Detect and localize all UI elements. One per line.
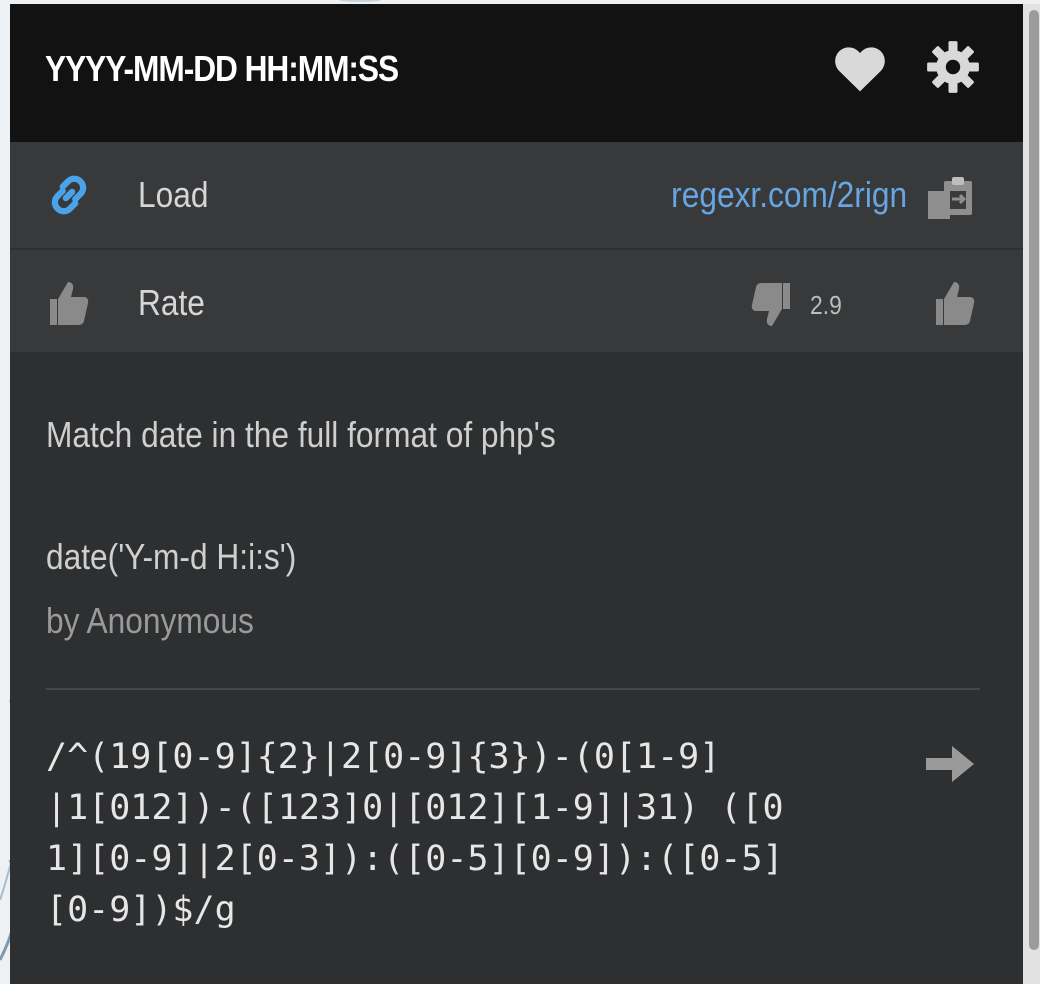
heart-icon[interactable] [832,42,888,99]
link-icon [44,170,94,225]
share-link[interactable]: regexr.com/2rign [671,174,907,216]
description-code-text: date('Y-m-d H:i:s') [46,536,297,577]
regex-line: /^(19[0-9]{2}|2[0-9]{3})-(0[1-9] [46,737,721,777]
thumbs-up-vote-icon[interactable] [936,278,976,333]
divider [46,688,980,690]
panel-header: YYYY-MM-DD HH:MM:SS [10,4,1023,142]
thumbs-up-icon [50,278,90,333]
load-label: Load [138,174,209,215]
scrollbar-thumb[interactable] [1029,10,1039,950]
description-text: Match date in the full format of php's [46,414,556,455]
rate-row: Rate 2.9 [10,250,1023,352]
rate-label: Rate [138,282,205,323]
regex-line: [0-9])$/g [46,890,236,930]
clipboard-icon[interactable] [926,172,978,227]
author-text: by Anonymous [46,600,254,641]
rating-value: 2.9 [810,290,842,320]
regex-pattern: /^(19[0-9]{2}|2[0-9]{3})-(0[1-9] |1[012])… [46,732,946,936]
regex-line: 1][0-9]|2[0-3]):([0-5][0-9]):([0-5] [46,839,784,879]
load-row[interactable]: Load regexr.com/2rign [10,142,1023,248]
pattern-detail-panel: YYYY-MM-DD HH:MM:SS Load regexr.com/2rig… [10,4,1023,984]
regex-line: |1[012])-([123]0|[012][1-9]|31) ([0 [46,788,784,828]
arrow-right-icon[interactable] [926,744,976,789]
pattern-title: YYYY-MM-DD HH:MM:SS [45,48,399,89]
gear-icon[interactable] [926,40,980,99]
thumbs-down-icon[interactable] [750,280,790,335]
